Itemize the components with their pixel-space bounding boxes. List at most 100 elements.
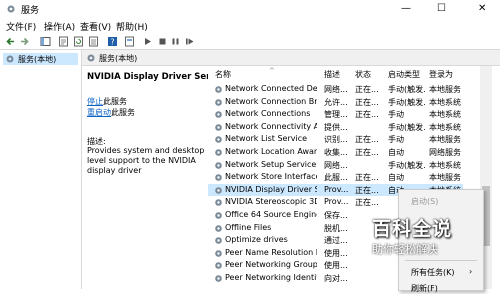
service-description: 允许... — [324, 97, 348, 107]
close-button[interactable]: ✕ — [478, 3, 486, 14]
service-name: NVIDIA Display Driver Se... — [225, 184, 317, 194]
service-gear-icon — [215, 237, 222, 244]
service-row[interactable]: Network Connectivity Ass... 提供... 手动(触发...… — [208, 121, 463, 134]
service-gear-icon — [215, 174, 222, 181]
watermark-subtitle: 助你轻松解决 — [372, 243, 438, 256]
service-startup-type: 自动 — [388, 148, 404, 157]
restart-service-link[interactable]: 重启动 — [87, 108, 111, 117]
service-name: Network Location Aware... — [225, 147, 317, 156]
forward-arrow-icon[interactable] — [19, 36, 30, 47]
tree-item-label: 服务(本地) — [18, 55, 57, 64]
service-gear-icon — [215, 98, 222, 106]
service-row[interactable]: Network Connection Bro... 允许... 正在... 手动(触发… — [208, 96, 463, 109]
service-name: Network Setup Service — [225, 159, 317, 169]
service-description: 使用... — [324, 248, 348, 258]
service-description: 管理... — [324, 110, 348, 120]
service-startup-type: 手动(触发... — [388, 97, 425, 107]
refresh-icon[interactable] — [73, 36, 84, 47]
service-log-on-as: 本地系统 — [429, 122, 461, 132]
export-list-icon[interactable] — [88, 36, 99, 47]
help-topics-icon[interactable] — [124, 36, 135, 47]
service-log-on-as: 本地服务 — [429, 135, 461, 145]
service-description: 通过... — [324, 236, 348, 246]
service-name: Peer Networking Groupi... — [225, 260, 317, 270]
service-description: 此服... — [324, 173, 348, 183]
panel-header: 服务(本地) — [82, 50, 500, 66]
service-log-on-as: 本地系统 — [429, 97, 461, 107]
context-menu-all-tasks[interactable]: 所有任务(K) — [411, 267, 455, 278]
maximize-button[interactable]: ☐ — [437, 3, 446, 14]
menu-help[interactable]: 帮助(H) — [116, 20, 148, 33]
service-details-pane: NVIDIA Display Driver Service 停止此服务 重启动此… — [82, 66, 230, 289]
service-gear-icon — [215, 186, 222, 194]
service-description: 提供... — [324, 122, 348, 132]
column-header-description[interactable]: 描述 — [324, 69, 340, 80]
console-tree: 服务(本地) — [0, 50, 82, 289]
column-header-log-on-as[interactable]: 登录为 — [429, 69, 453, 80]
submenu-arrow-icon: › — [469, 267, 473, 276]
service-gear-icon — [215, 86, 222, 93]
title-bar: 服务 — ☐ ✕ — [0, 0, 500, 18]
services-gear-icon — [6, 55, 14, 63]
service-log-on-as: 本地系统 — [429, 110, 461, 120]
service-description: 使用... — [324, 261, 348, 271]
service-status: 正在... — [355, 198, 379, 208]
minimize-button[interactable]: — — [401, 3, 411, 14]
service-description: 网络... — [324, 85, 348, 94]
tree-item-services-local[interactable]: 服务(本地) — [3, 53, 78, 65]
restart-service-icon[interactable] — [184, 36, 195, 47]
stop-service-icon[interactable] — [157, 36, 168, 47]
service-name: Network Connectivity Ass... — [225, 121, 317, 131]
column-header-status[interactable]: 状态 — [355, 69, 371, 80]
service-description: 向对... — [324, 274, 348, 283]
service-row[interactable]: Network Connected Devi... 网络... 正在... 手动(触发… — [208, 83, 463, 96]
service-gear-icon — [215, 275, 222, 282]
service-log-on-as: 网络服务 — [429, 148, 461, 157]
start-service-icon[interactable] — [142, 36, 153, 47]
service-row[interactable]: Network List Service 识别... 正在... 手动 本地服务 — [208, 133, 463, 146]
service-gear-icon — [215, 161, 222, 169]
service-name: Network List Service — [225, 134, 308, 144]
service-row[interactable]: Network Connections 管理... 正在... 手动 本地系统 — [208, 108, 463, 121]
service-name: Office 64 Source Engine — [225, 210, 317, 219]
service-row[interactable]: Network Setup Service 网络... 手动(触发... 本地系统 — [208, 159, 463, 172]
service-startup-type: 手动 — [388, 110, 404, 120]
svg-text:?: ? — [110, 38, 114, 47]
service-log-on-as: 本地系统 — [429, 160, 461, 170]
stop-service-link-line: 停止此服务 — [87, 96, 127, 107]
menu-view[interactable]: 查看(V) — [80, 20, 111, 33]
menu-file[interactable]: 文件(F) — [6, 20, 36, 33]
service-description: 识别... — [324, 135, 348, 145]
service-name: Network Connections — [225, 109, 311, 119]
service-description: 脱机... — [324, 223, 348, 233]
services-gear-icon — [7, 5, 15, 13]
pause-service-icon[interactable] — [170, 36, 181, 47]
back-arrow-icon[interactable] — [5, 36, 16, 47]
service-description: Prov... — [324, 197, 349, 207]
watermark-title: 百科全说 — [372, 218, 453, 240]
service-description: 保存... — [324, 211, 348, 220]
service-gear-icon — [215, 136, 222, 144]
service-gear-icon — [215, 111, 222, 118]
stop-service-link[interactable]: 停止 — [87, 97, 103, 106]
window-title: 服务 — [21, 6, 40, 16]
service-row[interactable]: Network Location Aware... 收集... 正在... 自动 网络服… — [208, 146, 463, 159]
service-description: 网络... — [324, 160, 348, 170]
service-row[interactable]: Network Store Interface ... 此服... 正在... 自动 本… — [208, 171, 463, 184]
service-status: 正在... — [355, 110, 379, 120]
properties-icon[interactable] — [58, 36, 69, 47]
context-menu-start[interactable]: 启动(S) — [411, 196, 438, 207]
service-status: 正在... — [355, 185, 379, 195]
column-header-startup-type[interactable]: 启动类型 — [388, 69, 420, 80]
stop-service-suffix: 此服务 — [103, 97, 127, 106]
show-tree-icon[interactable] — [40, 36, 51, 47]
help-icon[interactable]: ? — [107, 36, 118, 47]
service-log-on-as: 本地服务 — [429, 173, 461, 183]
column-header-name[interactable]: 名称 ^ — [215, 67, 275, 80]
service-startup-type: 手动(触发... — [388, 160, 425, 170]
service-gear-icon — [215, 212, 222, 219]
service-status: 正在... — [355, 148, 379, 157]
service-gear-icon — [215, 262, 222, 270]
service-gear-icon — [215, 249, 222, 257]
menu-action[interactable]: 操作(A) — [44, 20, 75, 33]
